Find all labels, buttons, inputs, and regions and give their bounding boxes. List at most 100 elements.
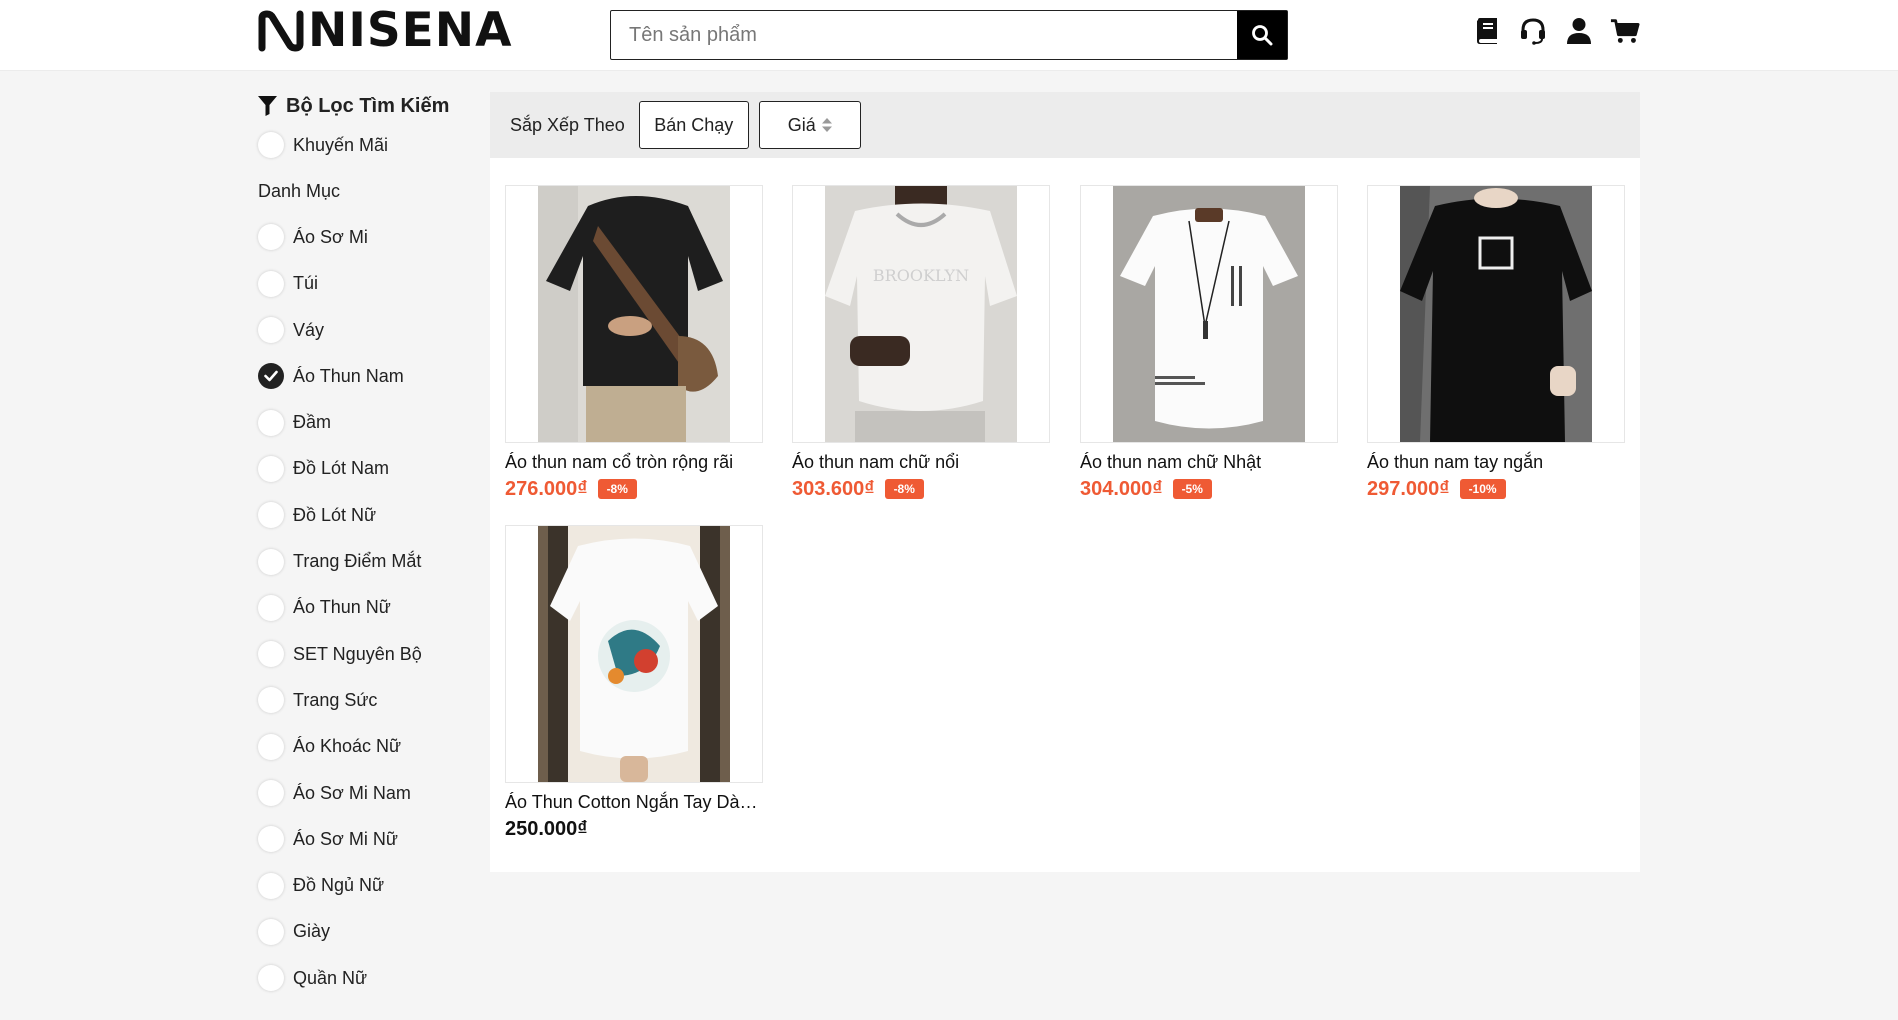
filter-promo[interactable]: Khuyến Mãi (258, 122, 468, 168)
product-price: 303.600₫ (792, 477, 875, 500)
category-option[interactable]: Trang Điểm Mắt (258, 538, 468, 584)
product-name[interactable]: Áo thun nam chữ nổi (792, 451, 1050, 473)
product-name[interactable]: Áo thun nam tay ngắn (1367, 451, 1625, 473)
product-price-row: 303.600₫ -8% (792, 477, 1050, 501)
user-icon[interactable] (1564, 16, 1594, 46)
category-radio[interactable] (258, 687, 284, 714)
category-radio[interactable] (258, 733, 284, 760)
category-option[interactable]: Áo Thun Nam (258, 353, 468, 399)
search-bar (610, 10, 1288, 60)
product-image[interactable] (1080, 185, 1338, 443)
product-price-row: 297.000₫ -10% (1367, 477, 1625, 501)
category-option[interactable]: Trang Sức (258, 677, 468, 723)
radio-promo[interactable] (258, 132, 284, 159)
product-card[interactable]: Áo Thun Cotton Ngắn Tay Dàn... 250.000₫ (505, 525, 763, 841)
category-label: Trang Điểm Mắt (293, 551, 422, 572)
category-radio[interactable] (258, 224, 284, 251)
category-label: Áo Sơ Mi (293, 226, 368, 247)
headset-icon[interactable] (1518, 16, 1548, 46)
category-label: SET Nguyên Bộ (293, 643, 422, 664)
category-label: Váy (293, 319, 325, 340)
category-radio[interactable] (258, 780, 284, 806)
category-option[interactable]: Đồ Lót Nam (258, 446, 468, 492)
category-option[interactable]: Đồ Lót Nữ (258, 492, 468, 538)
filter-promo-label: Khuyến Mãi (293, 134, 389, 155)
category-radio[interactable] (258, 965, 284, 992)
category-label: Đồ Lót Nam (293, 458, 390, 479)
product-panel: Áo thun nam cổ tròn rộng rãi 276.000₫ -8… (490, 158, 1640, 872)
product-price: 297.000₫ (1367, 477, 1450, 500)
category-radio[interactable] (258, 641, 284, 668)
category-radio[interactable] (258, 872, 284, 899)
category-label: Đầm (293, 412, 332, 433)
category-radio[interactable] (258, 409, 284, 436)
category-radio[interactable] (258, 363, 284, 390)
search-button[interactable] (1237, 11, 1287, 59)
category-option[interactable]: Váy (258, 307, 468, 353)
category-label: Quần Nữ (293, 967, 368, 988)
category-option[interactable]: Quần Nữ (258, 955, 468, 1001)
category-option[interactable]: Áo Sơ Mi (258, 214, 468, 260)
svg-text:BROOKLYN: BROOKLYN (873, 266, 969, 285)
category-label: Áo Thun Nam (293, 365, 404, 386)
product-image[interactable] (505, 185, 763, 443)
search-input[interactable] (611, 11, 1237, 59)
category-label: Áo Sơ Mi Nữ (293, 828, 398, 849)
filter-title: Bộ Lọc Tìm Kiếm (258, 90, 468, 122)
logo-mark-icon (258, 10, 304, 52)
filter-sidebar: Bộ Lọc Tìm Kiếm Khuyến Mãi Danh Mục Áo S… (258, 90, 468, 1001)
cart-icon[interactable] (1610, 16, 1640, 46)
category-label: Áo Thun Nữ (293, 597, 391, 618)
product-card[interactable]: Áo thun nam chữ Nhật 304.000₫ -5% (1080, 185, 1338, 501)
product-name[interactable]: Áo thun nam cổ tròn rộng rãi (505, 451, 763, 473)
category-option[interactable]: Áo Khoác Nữ (258, 724, 468, 770)
category-label: Áo Sơ Mi Nam (293, 782, 411, 803)
category-option[interactable]: Áo Thun Nữ (258, 585, 468, 631)
product-name[interactable]: Áo Thun Cotton Ngắn Tay Dàn... (505, 791, 763, 813)
discount-badge: -8% (884, 479, 924, 499)
category-label: Đồ Lót Nữ (293, 504, 377, 525)
category-radio[interactable] (258, 317, 284, 344)
category-list: Áo Sơ Mi Túi Váy Áo Thun Nam Đầm Đồ Lót Nam Đồ… (258, 214, 468, 1001)
category-radio[interactable] (258, 826, 284, 853)
product-card[interactable]: BROOKLYN Áo thun nam chữ nổi 303.600₫ -8… (792, 185, 1050, 501)
sort-price-button[interactable]: Giá (758, 101, 861, 149)
category-label: Đồ Ngủ Nữ (293, 875, 385, 896)
category-radio[interactable] (258, 548, 284, 575)
product-card[interactable]: Áo thun nam tay ngắn 297.000₫ -10% (1367, 185, 1625, 501)
product-price-row: 304.000₫ -5% (1080, 477, 1338, 501)
filter-icon (258, 96, 277, 116)
category-option[interactable]: Túi (258, 261, 468, 307)
category-option[interactable]: SET Nguyên Bộ (258, 631, 468, 677)
category-radio[interactable] (258, 594, 284, 621)
category-label: Giày (293, 921, 331, 942)
book-icon[interactable] (1472, 16, 1502, 46)
discount-badge: -5% (1172, 479, 1212, 499)
category-option[interactable]: Áo Sơ Mi Nam (258, 770, 468, 816)
category-radio[interactable] (258, 455, 284, 482)
site-header: NISENA (0, 0, 1898, 71)
category-radio[interactable] (258, 918, 284, 945)
sort-bar: Sắp Xếp Theo Bán Chạy Giá (490, 92, 1640, 158)
category-option[interactable]: Đầm (258, 399, 468, 445)
category-option[interactable]: Giày (258, 909, 468, 955)
sort-best-selling-label: Bán Chạy (654, 114, 734, 135)
category-heading: Danh Mục (258, 180, 341, 201)
product-price: 304.000₫ (1080, 477, 1163, 500)
category-option[interactable]: Đồ Ngủ Nữ (258, 862, 468, 908)
product-image[interactable]: BROOKLYN (792, 185, 1050, 443)
filter-title-text: Bộ Lọc Tìm Kiếm (286, 94, 450, 117)
category-option[interactable]: Áo Sơ Mi Nữ (258, 816, 468, 862)
sort-arrows-icon (821, 118, 832, 132)
category-radio[interactable] (258, 502, 284, 529)
brand-logo[interactable]: NISENA (258, 7, 513, 54)
product-image[interactable] (505, 525, 763, 783)
sort-best-selling-button[interactable]: Bán Chạy (638, 101, 749, 149)
product-card[interactable]: Áo thun nam cổ tròn rộng rãi 276.000₫ -8… (505, 185, 763, 501)
product-name[interactable]: Áo thun nam chữ Nhật (1080, 451, 1338, 473)
category-label: Áo Khoác Nữ (293, 736, 402, 757)
product-price-row: 250.000₫ (505, 817, 763, 841)
category-label: Trang Sức (293, 689, 378, 710)
category-radio[interactable] (258, 270, 284, 297)
product-image[interactable] (1367, 185, 1625, 443)
